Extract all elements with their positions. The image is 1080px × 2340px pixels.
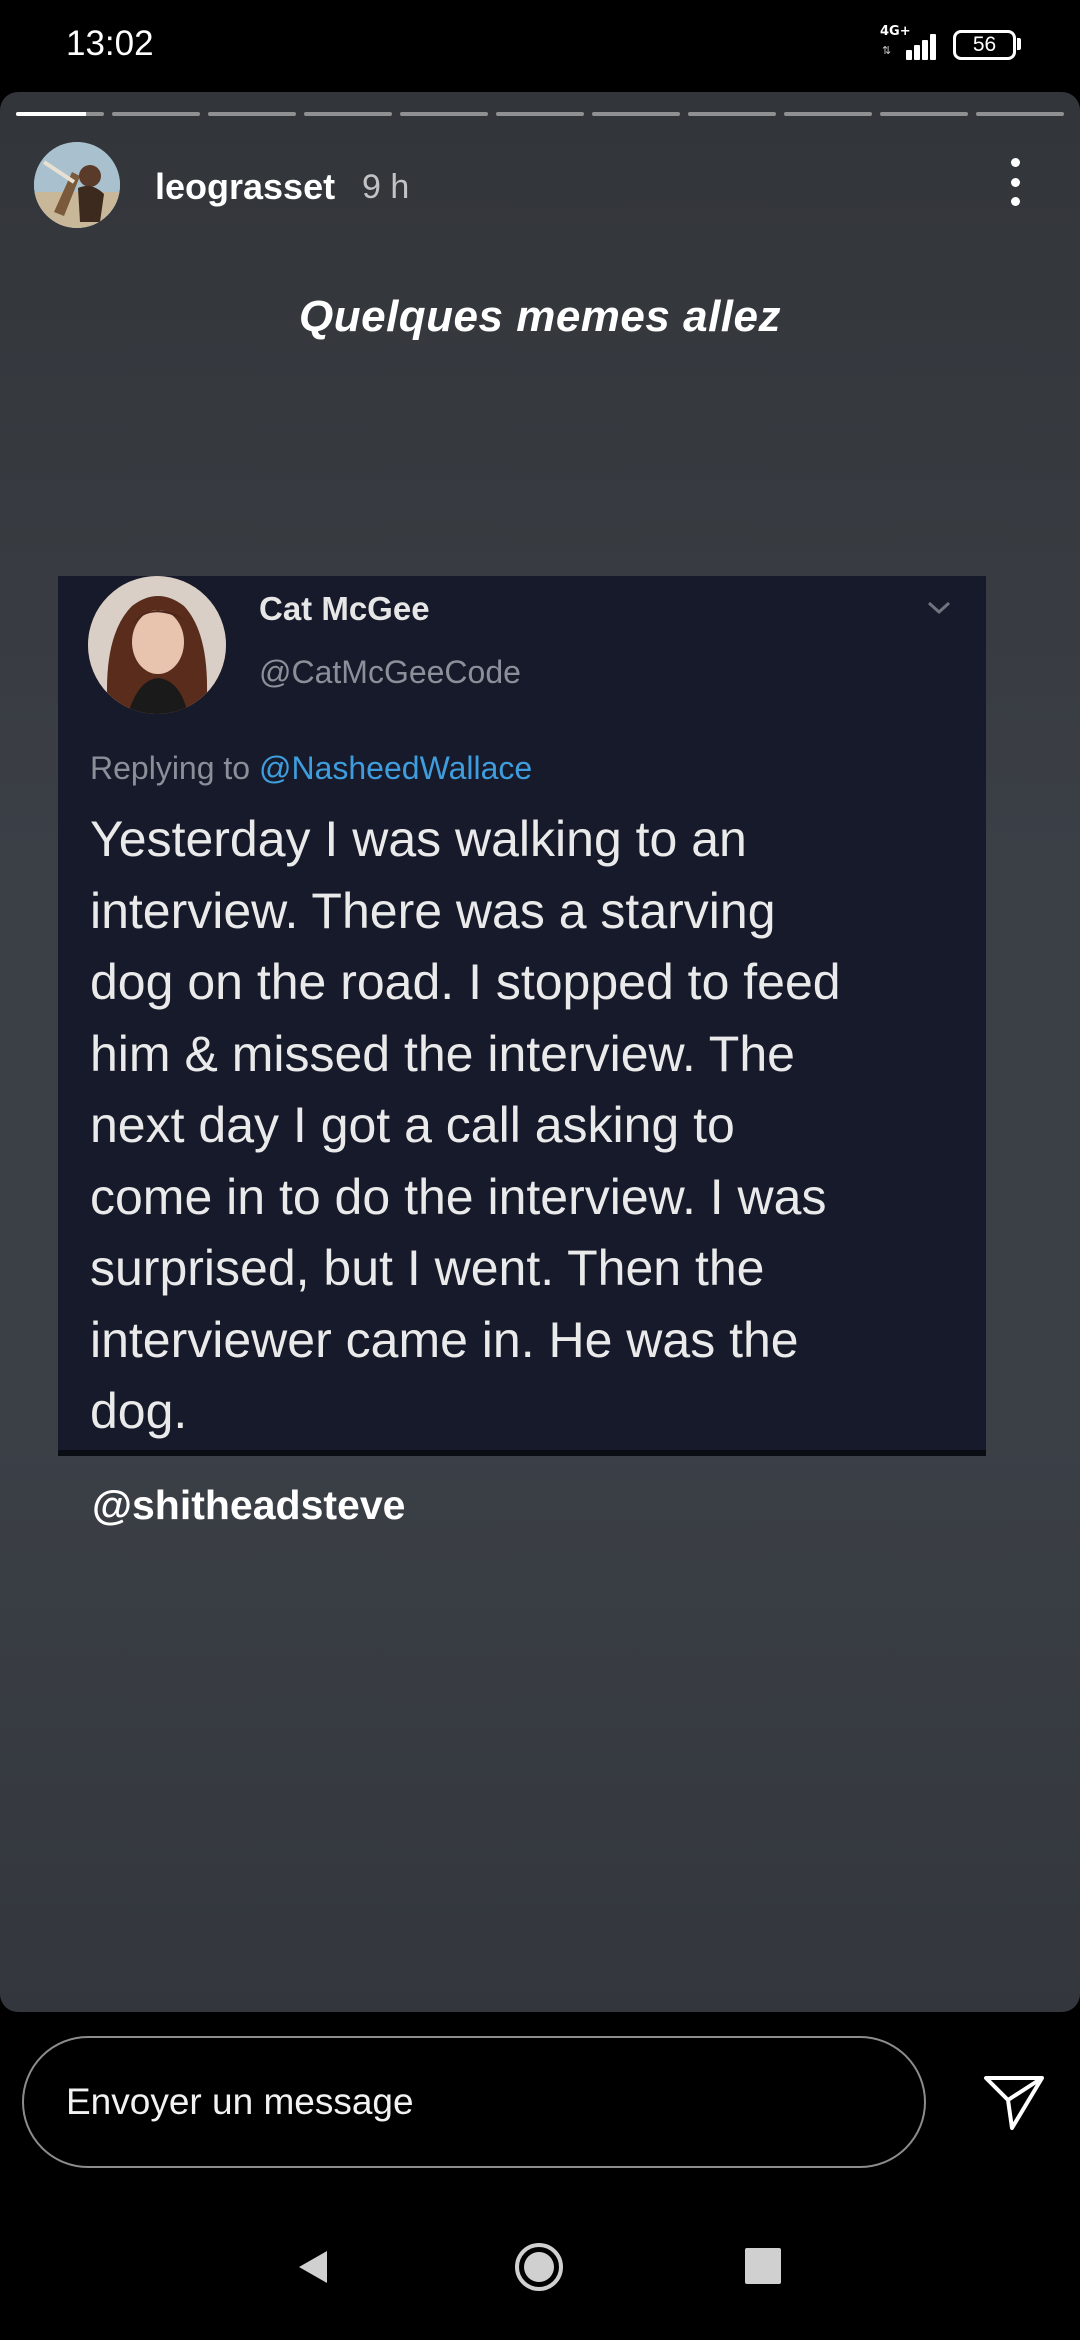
send-icon[interactable] (982, 2072, 1046, 2132)
user-avatar[interactable] (34, 142, 120, 228)
data-arrows-icon: ⇅ (882, 45, 892, 57)
progress-segment (112, 112, 200, 116)
story-time-ago: 9 h (362, 168, 410, 206)
message-input[interactable] (22, 2036, 926, 2168)
tweet-text-line: Yesterday I was walking to an (90, 811, 747, 867)
tweet-body: Yesterday I was walking to an interview. … (90, 804, 970, 1448)
replying-mention: @NasheedWallace (258, 750, 533, 786)
story-header: leograsset 9 h (0, 142, 1080, 232)
tweet-text-line: next day I got a call asking to (90, 1097, 735, 1153)
tweet-author-name: Cat McGee (259, 590, 430, 627)
back-triangle-icon[interactable] (293, 2247, 333, 2287)
home-circle-icon[interactable] (514, 2242, 564, 2292)
more-vertical-icon[interactable] (1000, 152, 1030, 212)
tweet-screenshot: Cat McGee @CatMcGeeCode Replying to @Nas… (58, 576, 986, 1456)
tweet-text-line: come in to do the interview. I was (90, 1168, 827, 1225)
tweet-replying-to: Replying to @NasheedWallace (90, 750, 532, 787)
battery-icon: 56 (953, 30, 1016, 60)
tweet-text-line: interviewer came in. He was the (90, 1311, 799, 1368)
replying-prefix: Replying to (90, 750, 251, 786)
progress-segment (592, 112, 680, 116)
story-caption: Quelques memes allez (299, 292, 781, 341)
story-username[interactable]: leograsset (155, 166, 335, 208)
battery-cap (1017, 38, 1021, 50)
tweet-avatar (88, 576, 226, 714)
progress-segment (304, 112, 392, 116)
message-bar (0, 2012, 1080, 2192)
status-time: 13:02 (66, 24, 154, 63)
signal-strength-icon (894, 30, 940, 60)
progress-segment (880, 112, 968, 116)
tweet-text-line: surprised, but I went. Then the (90, 1240, 765, 1296)
network-indicator: 4G+ ⇅ (880, 24, 940, 64)
progress-segment (688, 112, 776, 116)
progress-segment (496, 112, 584, 116)
progress-segment (16, 112, 104, 116)
story-mention-tag[interactable]: @shitheadsteve (92, 1482, 405, 1529)
chevron-down-icon (927, 601, 951, 615)
progress-segment (784, 112, 872, 116)
status-bar: 13:02 4G+ ⇅ 56 (0, 0, 1080, 92)
tweet-text-line: dog. (90, 1383, 188, 1439)
tweet-text-line: dog on the road. I stopped to feed (90, 954, 841, 1010)
story-viewer[interactable]: leograsset 9 h Quelques memes allez Cat … (0, 92, 1080, 2012)
progress-segment (208, 112, 296, 116)
tweet-text-line: him & missed the interview. The (90, 1025, 795, 1082)
navigation-bar (0, 2192, 1080, 2340)
progress-segment (976, 112, 1064, 116)
progress-segment (400, 112, 488, 116)
battery-level: 56 (972, 33, 997, 56)
tweet-author-handle: @CatMcGeeCode (259, 654, 521, 690)
recents-square-icon[interactable] (745, 2248, 781, 2284)
tweet-text-line: interview. There was a starving (90, 882, 776, 939)
story-progress-bar (16, 112, 1064, 116)
